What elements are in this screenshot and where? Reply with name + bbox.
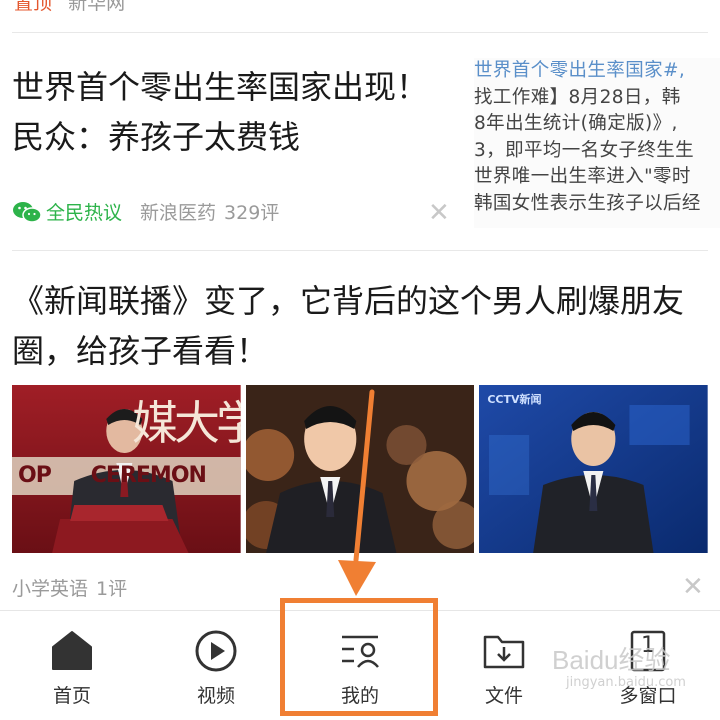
home-icon <box>50 629 94 673</box>
thumb-line: 世界首个零出生率国家#, <box>474 60 686 81</box>
comment-count: 329评 <box>224 202 280 224</box>
news-photo[interactable]: 媒大学 OP CEREMON <box>12 385 241 553</box>
annotation-highlight-box <box>280 598 438 716</box>
play-circle-icon <box>194 629 238 673</box>
hot-discussion-label: 全民热议 <box>46 202 123 224</box>
photo-banner-text: OP CEREMON <box>18 463 207 488</box>
wechat-icon <box>12 201 42 223</box>
news-photo[interactable] <box>245 385 475 553</box>
thumb-line: 世界唯一出生率进入"零时 <box>474 166 691 187</box>
divider <box>12 32 708 33</box>
watermark-text: Baidu经验 <box>552 645 671 675</box>
news-source: 新浪医药 <box>140 202 217 224</box>
folder-download-icon <box>482 629 526 673</box>
news-title-2[interactable]: 《新闻联播》变了，它背后的这个男人刷爆朋友圈，给孩子看看！ <box>12 276 712 376</box>
cctv-logo: CCTV新闻 <box>487 393 542 406</box>
tab-label: 首页 <box>52 685 91 707</box>
pinned-tag: 置顶 <box>14 0 53 14</box>
close-icon[interactable]: ✕ <box>682 574 704 600</box>
divider <box>12 250 708 251</box>
comment-count: 1评 <box>96 578 128 600</box>
watermark-url: jingyan.baidu.com <box>566 675 686 690</box>
thumb-line: 8年出生统计(确定版)》, <box>474 113 678 134</box>
thumb-line: 3，即平均一名女子终生生 <box>474 139 695 161</box>
baidu-watermark: Baidu经验 jingyan.baidu.com <box>552 640 692 704</box>
thumb-line: 韩国女性表示生孩子以后经 <box>474 192 701 214</box>
photo-banner-text: 媒大学 <box>132 396 241 450</box>
news-photos-2[interactable]: 媒大学 OP CEREMON CCTV新闻 <box>12 385 709 553</box>
top-item-source: 新华网 <box>68 0 126 14</box>
news-thumbnail-1[interactable]: 世界首个零出生率国家#, 找工作难】8月28日，韩 8年出生统计(确定版)》, … <box>474 58 720 228</box>
close-icon[interactable]: ✕ <box>428 200 450 226</box>
news-source: 小学英语 <box>12 578 89 600</box>
tab-home[interactable]: 首页 <box>0 611 144 720</box>
top-item-meta: 置顶 新华网 <box>14 0 125 15</box>
news-title-1[interactable]: 世界首个零出生率国家出现！民众：养孩子太费钱 <box>12 62 432 162</box>
news-meta-2: 小学英语 1评 <box>12 574 127 601</box>
tab-label: 视频 <box>196 685 235 707</box>
news-meta-1: 全民热议 新浪医药 329评 <box>12 198 279 225</box>
thumb-line: 找工作难】8月28日，韩 <box>474 86 681 108</box>
news-photo[interactable]: CCTV新闻 <box>479 385 709 553</box>
tab-video[interactable]: 视频 <box>144 611 288 720</box>
